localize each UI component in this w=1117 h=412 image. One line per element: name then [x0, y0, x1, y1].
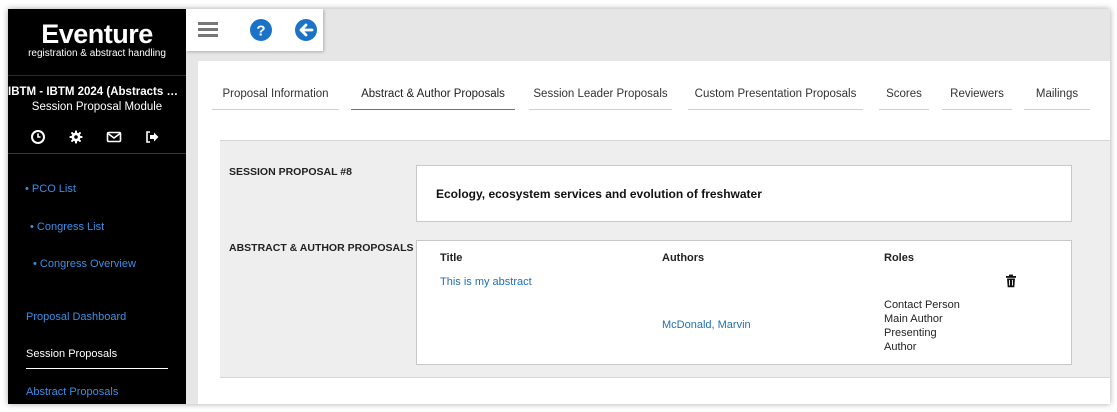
role-item: Author — [884, 341, 917, 353]
main-panel: Proposal Information Abstract & Author P… — [198, 61, 1110, 404]
tab-bar: Proposal Information Abstract & Author P… — [198, 61, 1110, 111]
sidebar-item-congress-overview[interactable]: • Congress Overview — [33, 257, 136, 271]
trash-icon[interactable] — [1004, 274, 1018, 288]
back-arrow-icon[interactable] — [293, 17, 319, 43]
session-proposal-label: SESSION PROPOSAL #8 — [229, 166, 352, 178]
sidebar-icon-bar — [30, 129, 160, 145]
help-icon[interactable]: ? — [248, 17, 274, 43]
congress-title: IBTM - IBTM 2024 (Abstracts & Par... — [8, 86, 186, 98]
gear-icon[interactable] — [68, 129, 84, 145]
logo[interactable]: Eventure registration & abstract handlin… — [8, 9, 186, 75]
sidebar-item-congress-list[interactable]: • Congress List — [30, 220, 104, 234]
sidebar: Eventure registration & abstract handlin… — [8, 9, 186, 404]
sidebar-item-abstract-proposals[interactable]: Abstract Proposals — [26, 385, 118, 399]
logout-icon[interactable] — [144, 129, 160, 145]
role-item: Contact Person — [884, 299, 960, 311]
abstracts-table: Title Authors Roles This is my abstract … — [416, 240, 1072, 365]
abstract-author-proposals-label: ABSTRACT & AUTHOR PROPOSALS — [229, 242, 414, 254]
column-header-title: Title — [440, 252, 463, 264]
svg-text:?: ? — [256, 23, 265, 40]
module-title: Session Proposal Module — [31, 101, 163, 113]
column-header-roles: Roles — [884, 252, 914, 264]
abstract-title-link[interactable]: This is my abstract — [440, 276, 532, 288]
proposal-content: SESSION PROPOSAL #8 Ecology, ecosystem s… — [220, 140, 1110, 378]
divider — [8, 75, 186, 76]
divider — [8, 153, 186, 154]
sidebar-item-session-proposals[interactable]: Session Proposals — [26, 347, 117, 361]
tab-mailings[interactable]: Mailings — [1024, 87, 1090, 110]
role-item: Presenting — [884, 327, 937, 339]
tab-abstract-author-proposals[interactable]: Abstract & Author Proposals — [351, 87, 515, 110]
roles-list: Contact Person Main Author Presenting Au… — [884, 298, 960, 354]
column-header-authors: Authors — [662, 252, 705, 264]
tab-session-leader-proposals[interactable]: Session Leader Proposals — [529, 87, 672, 110]
tab-reviewers[interactable]: Reviewers — [942, 87, 1012, 110]
envelope-icon[interactable] — [106, 129, 122, 145]
toolbar: ? — [186, 9, 323, 51]
session-title: Ecology, ecosystem services and evolutio… — [436, 187, 762, 201]
logo-subtitle: registration & abstract handling — [28, 48, 166, 59]
role-item: Main Author — [884, 313, 943, 325]
tab-scores[interactable]: Scores — [879, 87, 929, 110]
session-title-box: Ecology, ecosystem services and evolutio… — [416, 165, 1072, 222]
sidebar-item-proposal-dashboard[interactable]: Proposal Dashboard — [26, 310, 126, 324]
menu-icon[interactable] — [196, 17, 222, 43]
sidebar-item-pco-list[interactable]: • PCO List — [25, 182, 76, 196]
tab-proposal-information[interactable]: Proposal Information — [212, 87, 339, 110]
clock-icon[interactable] — [30, 129, 46, 145]
author-link[interactable]: McDonald, Marvin — [662, 319, 751, 331]
logo-text: Eventure — [41, 19, 153, 49]
app-window: Eventure registration & abstract handlin… — [8, 9, 1110, 404]
active-indicator — [26, 368, 168, 369]
tab-custom-presentation-proposals[interactable]: Custom Presentation Proposals — [688, 87, 863, 110]
